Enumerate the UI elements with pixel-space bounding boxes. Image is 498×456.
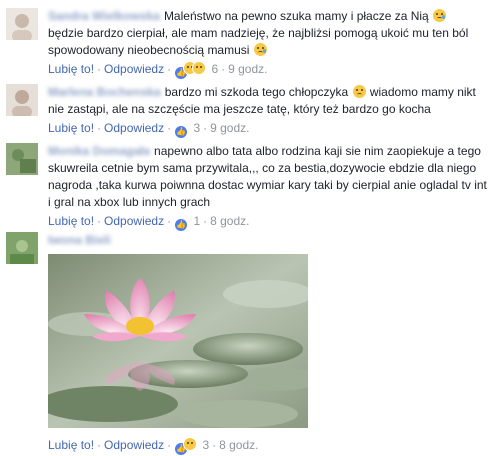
reactions[interactable]: 👍 xyxy=(174,437,198,456)
like-link[interactable]: Lubię to! xyxy=(48,214,94,228)
reply-link[interactable]: Odpowiedz xyxy=(104,438,164,452)
comment-actions: Lubię to! · Odpowiedz · 👍 1 · 8 godz. xyxy=(48,213,492,232)
timestamp[interactable]: 8 godz. xyxy=(210,214,249,228)
author-name[interactable]: Marlena Bochenska xyxy=(48,84,161,101)
timestamp[interactable]: 9 godz. xyxy=(210,121,249,135)
reaction-count[interactable]: 3 xyxy=(193,121,200,135)
author-name[interactable]: Iwona Bieli xyxy=(48,232,111,249)
avatar[interactable] xyxy=(6,232,38,264)
like-link[interactable]: Lubię to! xyxy=(48,438,94,452)
author-name[interactable]: Monika Domagała xyxy=(48,143,150,160)
reactions[interactable]: 👍 xyxy=(174,215,189,232)
like-reaction-icon: 👍 xyxy=(174,125,189,139)
crying-emoji-icon xyxy=(253,43,267,56)
sad-emoji-icon xyxy=(352,85,366,98)
like-link[interactable]: Lubię to! xyxy=(48,121,94,135)
comment-actions: Lubię to! · Odpowiedz · 👍 6 · 9 godz. xyxy=(48,61,492,80)
like-link[interactable]: Lubię to! xyxy=(48,62,94,76)
reply-link[interactable]: Odpowiedz xyxy=(104,121,164,135)
reaction-count[interactable]: 1 xyxy=(193,214,200,228)
comment-text: Iwona Bieli xyxy=(48,232,492,249)
like-reaction-icon: 👍 xyxy=(174,218,189,232)
comment-text: Marlena Bochenska bardzo mi szkoda tego c… xyxy=(48,84,476,116)
author-name[interactable]: Sandra Wielkowska xyxy=(48,8,160,25)
reactions[interactable]: 👍 xyxy=(174,122,189,139)
comments-feed: Sandra Wielkowska Maleństwo na pewno szuk… xyxy=(0,0,498,456)
avatar[interactable] xyxy=(6,8,38,40)
reply-link[interactable]: Odpowiedz xyxy=(104,62,164,76)
avatar[interactable] xyxy=(6,84,38,116)
crying-emoji-icon xyxy=(433,9,447,22)
reactions[interactable]: 👍 xyxy=(174,61,207,80)
sad-reaction-icon xyxy=(183,437,198,451)
water-lily-photo[interactable] xyxy=(48,254,308,428)
comment-text: Sandra Wielkowska Maleństwo na pewno szuk… xyxy=(48,8,469,57)
reaction-count[interactable]: 3 xyxy=(202,438,209,452)
timestamp[interactable]: 8 godz. xyxy=(219,438,258,452)
reply-link[interactable]: Odpowiedz xyxy=(104,214,164,228)
timestamp[interactable]: 9 godz. xyxy=(228,62,267,76)
avatar[interactable] xyxy=(6,143,38,175)
comment-text: Monika Domagała napewno albo tata albo ro… xyxy=(48,143,487,209)
comment-actions: Lubię to! · Odpowiedz · 👍 3 · 9 godz. xyxy=(48,120,492,139)
comment-actions: Lubię to! · Odpowiedz · 👍 3 · 8 godz. xyxy=(48,437,259,456)
reaction-count[interactable]: 6 xyxy=(211,62,218,76)
sad-reaction-icon xyxy=(192,61,207,75)
